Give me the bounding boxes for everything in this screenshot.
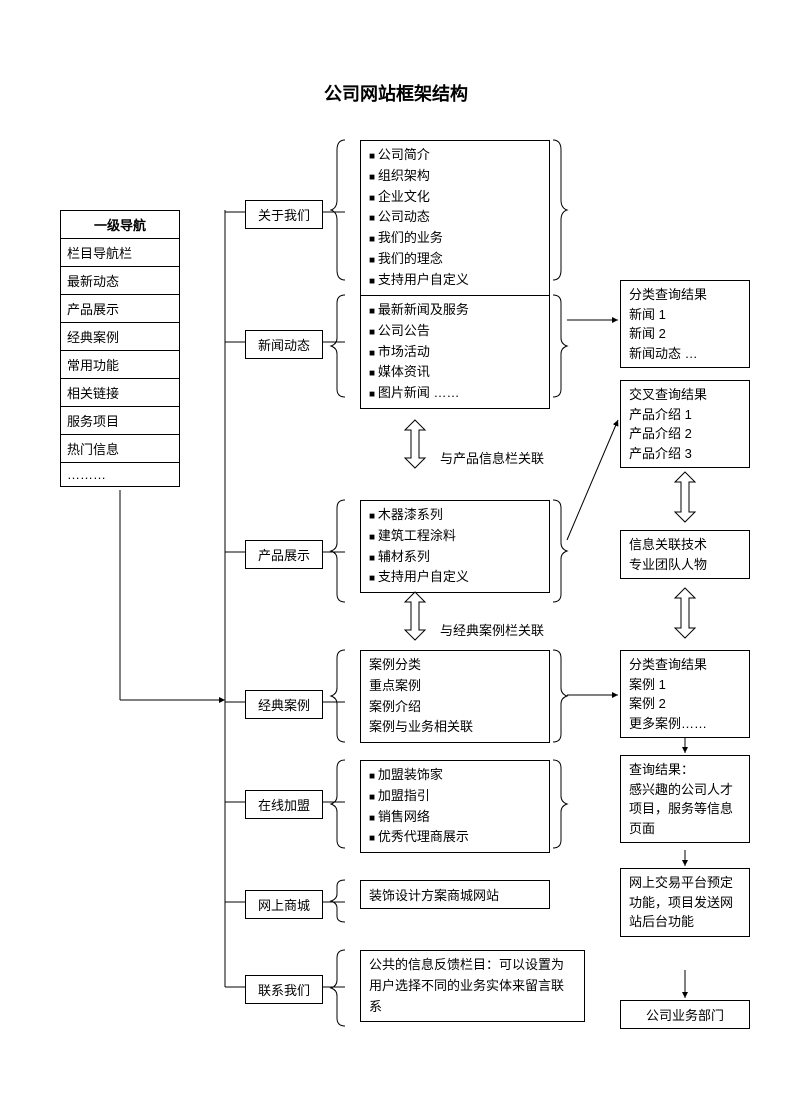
list-item: 我们的业务 [369,228,541,249]
section-join-detail: 加盟装饰家加盟指引销售网络优秀代理商展示 [360,760,550,853]
nav-item: 服务项目 [61,406,179,434]
list-item: 市场活动 [369,342,541,363]
list-item: 支持用户自定义 [369,270,541,291]
section-contact-detail: 公共的信息反馈栏目：可以设置为用户选择不同的业务实体来留言联系 [360,950,585,1022]
note-link-cases: 与经典案例栏关联 [440,620,544,639]
nav-item: 常用功能 [61,350,179,378]
nav-item: 热门信息 [61,434,179,462]
list-item: 加盟装饰家 [369,765,541,786]
right-news-result: 分类查询结果 新闻 1 新闻 2 新闻动态 … [620,280,750,368]
section-about-detail: 公司简介组织架构企业文化公司动态我们的业务我们的理念支持用户自定义 [360,140,550,296]
list-item: 媒体资讯 [369,362,541,383]
list-item: 公司简介 [369,145,541,166]
primary-nav-header: 一级导航 [61,211,179,238]
section-product-label: 产品展示 [245,540,323,569]
right-case-result: 分类查询结果 案例 1 案例 2 更多案例…… [620,650,750,738]
section-contact-label: 联系我们 [245,975,323,1004]
list-item: 案例与业务相关联 [369,717,541,738]
list-item: 我们的理念 [369,249,541,270]
nav-item: 栏目导航栏 [61,238,179,266]
section-cases-detail: 案例分类重点案例案例介绍案例与业务相关联 [360,650,550,743]
list-item: 销售网络 [369,807,541,828]
primary-nav: 一级导航 栏目导航栏最新动态产品展示经典案例常用功能相关链接服务项目热门信息……… [60,210,180,487]
nav-item: 相关链接 [61,378,179,406]
right-cross-result: 交叉查询结果 产品介绍 1 产品介绍 2 产品介绍 3 [620,380,750,468]
list-item: 加盟指引 [369,786,541,807]
section-about-label: 关于我们 [245,200,323,229]
right-trade-platform: 网上交易平台预定功能，项目发送网站后台功能 [620,868,750,937]
list-item: 图片新闻 …… [369,383,541,404]
note-link-product: 与产品信息栏关联 [440,448,544,467]
list-item: 优秀代理商展示 [369,827,541,848]
list-item: 辅材系列 [369,547,541,568]
section-news-label: 新闻动态 [245,330,323,359]
list-item: 支持用户自定义 [369,567,541,588]
list-item: 案例分类 [369,655,541,676]
section-shop-detail: 装饰设计方案商城网站 [360,880,550,909]
list-item: 重点案例 [369,676,541,697]
section-shop-label: 网上商城 [245,890,323,919]
right-info-tech: 信息关联技术 专业团队人物 [620,530,750,579]
list-item: 组织架构 [369,166,541,187]
nav-item: 最新动态 [61,266,179,294]
list-item: 公司公告 [369,321,541,342]
list-item: 企业文化 [369,187,541,208]
section-product-detail: 木器漆系列建筑工程涂料辅材系列支持用户自定义 [360,500,550,593]
list-item: 最新新闻及服务 [369,300,541,321]
section-cases-label: 经典案例 [245,690,323,719]
diagram-title: 公司网站框架结构 [0,80,792,106]
list-item: 木器漆系列 [369,505,541,526]
page-root: 公司网站框架结构 一级导航 栏目导航栏最新动态产品展示经典案例常用功能相关链接服… [0,0,792,1120]
nav-item: 产品展示 [61,294,179,322]
right-query-result: 查询结果： 感兴趣的公司人才项目，服务等信息页面 [620,755,750,843]
right-company-dept: 公司业务部门 [620,1000,750,1029]
list-item: 公司动态 [369,207,541,228]
nav-item: 经典案例 [61,322,179,350]
section-join-label: 在线加盟 [245,790,323,819]
list-item: 案例介绍 [369,697,541,718]
section-news-detail: 最新新闻及服务公司公告市场活动媒体资讯图片新闻 …… [360,295,550,409]
list-item: 建筑工程涂料 [369,526,541,547]
nav-item: ……… [61,462,179,486]
